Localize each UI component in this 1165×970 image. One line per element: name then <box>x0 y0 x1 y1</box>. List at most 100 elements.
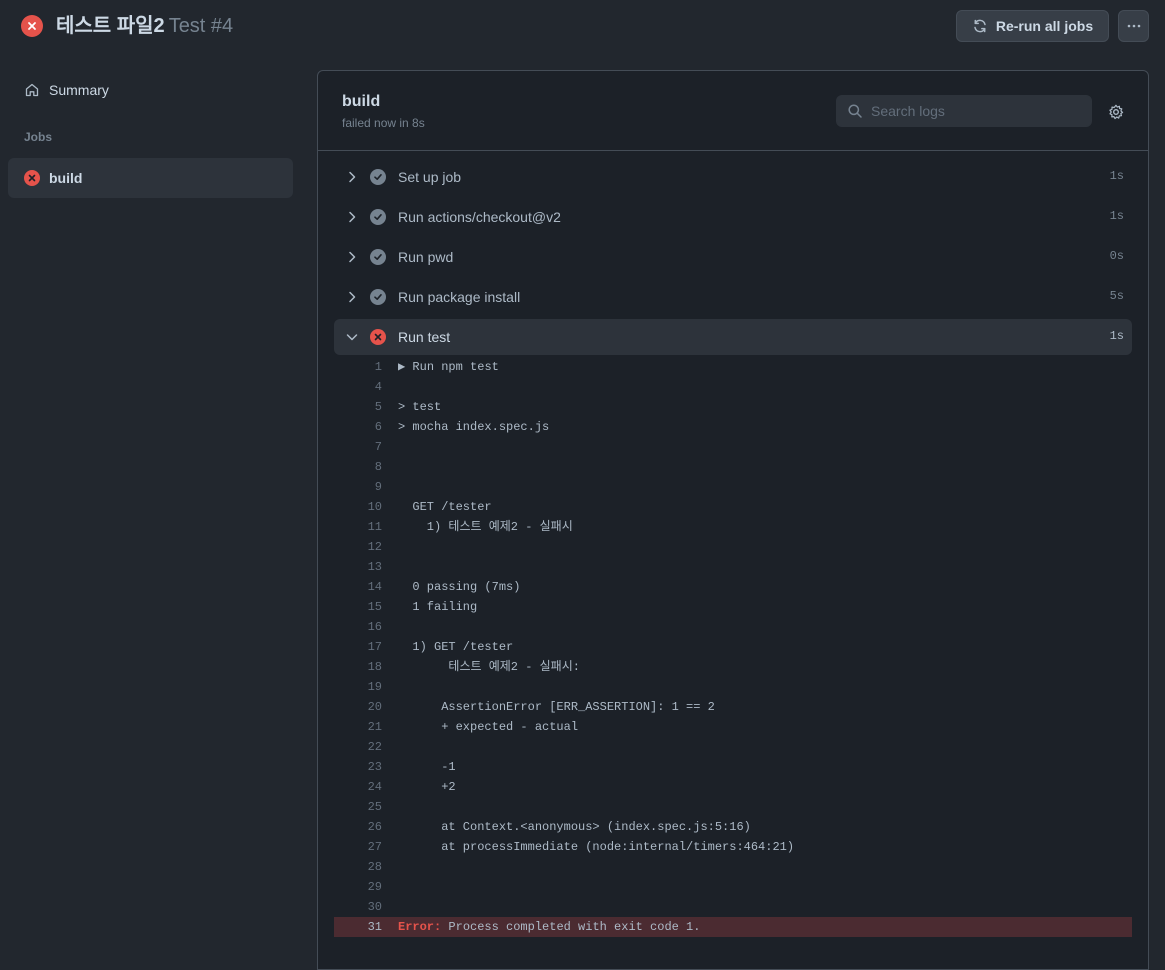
step-run-checkout[interactable]: Run actions/checkout@v2 1s <box>334 199 1132 235</box>
log-line[interactable]: 27 at processImmediate (node:internal/ti… <box>334 837 1132 857</box>
check-circle-fill-icon <box>370 249 386 265</box>
log-text: 0 passing (7ms) <box>398 580 521 594</box>
sidebar: Summary Jobs build <box>0 52 300 964</box>
step-run-package-install[interactable]: Run package install 5s <box>334 279 1132 315</box>
line-number[interactable]: 29 <box>334 877 382 897</box>
log-line[interactable]: 16 <box>334 617 1132 637</box>
log-text: at Context.<anonymous> (index.spec.js:5:… <box>398 820 751 834</box>
log-line[interactable]: 17 1) GET /tester <box>334 637 1132 657</box>
log-line[interactable]: 20 AssertionError [ERR_ASSERTION]: 1 == … <box>334 697 1132 717</box>
log-line[interactable]: 19 <box>334 677 1132 697</box>
log-line[interactable]: 24 +2 <box>334 777 1132 797</box>
line-number[interactable]: 8 <box>334 457 382 477</box>
home-icon <box>25 83 39 97</box>
rerun-label: Re-run all jobs <box>995 18 1094 34</box>
line-number[interactable]: 24 <box>334 777 382 797</box>
sidebar-item-summary[interactable]: Summary <box>8 74 293 106</box>
log-line[interactable]: 28 <box>334 857 1132 877</box>
sync-icon <box>974 19 986 33</box>
line-number[interactable]: 28 <box>334 857 382 877</box>
step-label: Run test <box>398 329 451 345</box>
log-line[interactable]: 14 0 passing (7ms) <box>334 577 1132 597</box>
run-number: Test #4 <box>168 15 234 37</box>
chevron-down-icon <box>346 334 358 341</box>
log-line[interactable]: 18 테스트 예제2 - 실패시: <box>334 657 1132 677</box>
line-number[interactable]: 10 <box>334 497 382 517</box>
search-logs-input[interactable] <box>871 103 1071 119</box>
line-number[interactable]: 14 <box>334 577 382 597</box>
line-number[interactable]: 22 <box>334 737 382 757</box>
line-number[interactable]: 7 <box>334 437 382 457</box>
more-options-button[interactable] <box>1118 10 1149 42</box>
log-text: AssertionError [ERR_ASSERTION]: 1 == 2 <box>398 700 715 714</box>
log-line[interactable]: 5 > test <box>334 397 1132 417</box>
chevron-right-icon <box>349 171 356 183</box>
log-line[interactable]: 22 <box>334 737 1132 757</box>
line-number[interactable]: 6 <box>334 417 382 437</box>
job-status-text: failed now in 8s <box>342 116 425 130</box>
line-number[interactable]: 19 <box>334 677 382 697</box>
line-number[interactable]: 15 <box>334 597 382 617</box>
log-line[interactable]: 25 <box>334 797 1132 817</box>
log-line[interactable]: 11 1) 테스트 예제2 - 실패시 <box>334 517 1132 537</box>
line-number[interactable]: 27 <box>334 837 382 857</box>
step-duration: 1s <box>1109 169 1124 183</box>
line-number[interactable]: 26 <box>334 817 382 837</box>
step-run-test[interactable]: Run test 1s <box>334 319 1132 355</box>
line-number[interactable]: 4 <box>334 377 382 397</box>
line-number[interactable]: 1 <box>334 357 382 377</box>
line-number[interactable]: 17 <box>334 637 382 657</box>
check-circle-fill-icon <box>370 289 386 305</box>
line-number[interactable]: 23 <box>334 757 382 777</box>
line-number[interactable]: 18 <box>334 657 382 677</box>
log-line[interactable]: 4 <box>334 377 1132 397</box>
log-line[interactable]: 10 GET /tester <box>334 497 1132 517</box>
log-text: > mocha index.spec.js <box>398 420 550 434</box>
line-number[interactable]: 13 <box>334 557 382 577</box>
log-line[interactable]: 8 <box>334 457 1132 477</box>
step-run-pwd[interactable]: Run pwd 0s <box>334 239 1132 275</box>
line-number[interactable]: 12 <box>334 537 382 557</box>
log-settings-button[interactable] <box>1106 102 1126 122</box>
line-number[interactable]: 21 <box>334 717 382 737</box>
line-number[interactable]: 25 <box>334 797 382 817</box>
step-duration: 1s <box>1109 209 1124 223</box>
run-header: 테스트 파일2 Test #4 Re-run all jobs <box>0 0 1165 52</box>
log-line[interactable]: 13 <box>334 557 1132 577</box>
line-number[interactable]: 11 <box>334 517 382 537</box>
line-number[interactable]: 30 <box>334 897 382 917</box>
log-text: ▶ Run npm test <box>398 360 499 374</box>
rerun-all-jobs-button[interactable]: Re-run all jobs <box>956 10 1109 42</box>
line-number[interactable]: 16 <box>334 617 382 637</box>
log-line[interactable]: 12 <box>334 537 1132 557</box>
line-number[interactable]: 5 <box>334 397 382 417</box>
log-line-error[interactable]: 31 Error: Process completed with exit cod… <box>334 917 1132 937</box>
log-text: 1 failing <box>398 600 478 614</box>
line-number[interactable]: 9 <box>334 477 382 497</box>
log-line[interactable]: 6 > mocha index.spec.js <box>334 417 1132 437</box>
sidebar-item-build[interactable]: build <box>8 158 293 198</box>
line-number[interactable]: 20 <box>334 697 382 717</box>
log-text: 테스트 예제2 - 실패시: <box>398 660 580 674</box>
log-line[interactable]: 26 at Context.<anonymous> (index.spec.js… <box>334 817 1132 837</box>
log-line[interactable]: 9 <box>334 477 1132 497</box>
workflow-name: 테스트 파일2 <box>56 15 165 37</box>
log-line[interactable]: 29 <box>334 877 1132 897</box>
log-line[interactable]: 21 + expected - actual <box>334 717 1132 737</box>
log-line[interactable]: 1 ▶ Run npm test <box>334 357 1132 377</box>
log-line[interactable]: 7 <box>334 437 1132 457</box>
log-text: 1) GET /tester <box>398 640 514 654</box>
log-line[interactable]: 15 1 failing <box>334 597 1132 617</box>
kebab-horizontal-icon <box>1127 24 1140 28</box>
x-circle-fill-icon <box>370 329 386 345</box>
log-line[interactable]: 23 -1 <box>334 757 1132 777</box>
search-logs-field[interactable] <box>836 95 1092 127</box>
jobs-heading: Jobs <box>24 130 53 144</box>
log-text: + expected - actual <box>398 720 579 734</box>
step-set-up-job[interactable]: Set up job 1s <box>334 159 1132 195</box>
job-header: build failed now in 8s <box>318 71 1148 151</box>
line-number[interactable]: 31 <box>334 917 382 937</box>
x-circle-fill-icon <box>21 15 43 37</box>
log-line[interactable]: 30 <box>334 897 1132 917</box>
x-circle-fill-icon <box>24 170 40 186</box>
